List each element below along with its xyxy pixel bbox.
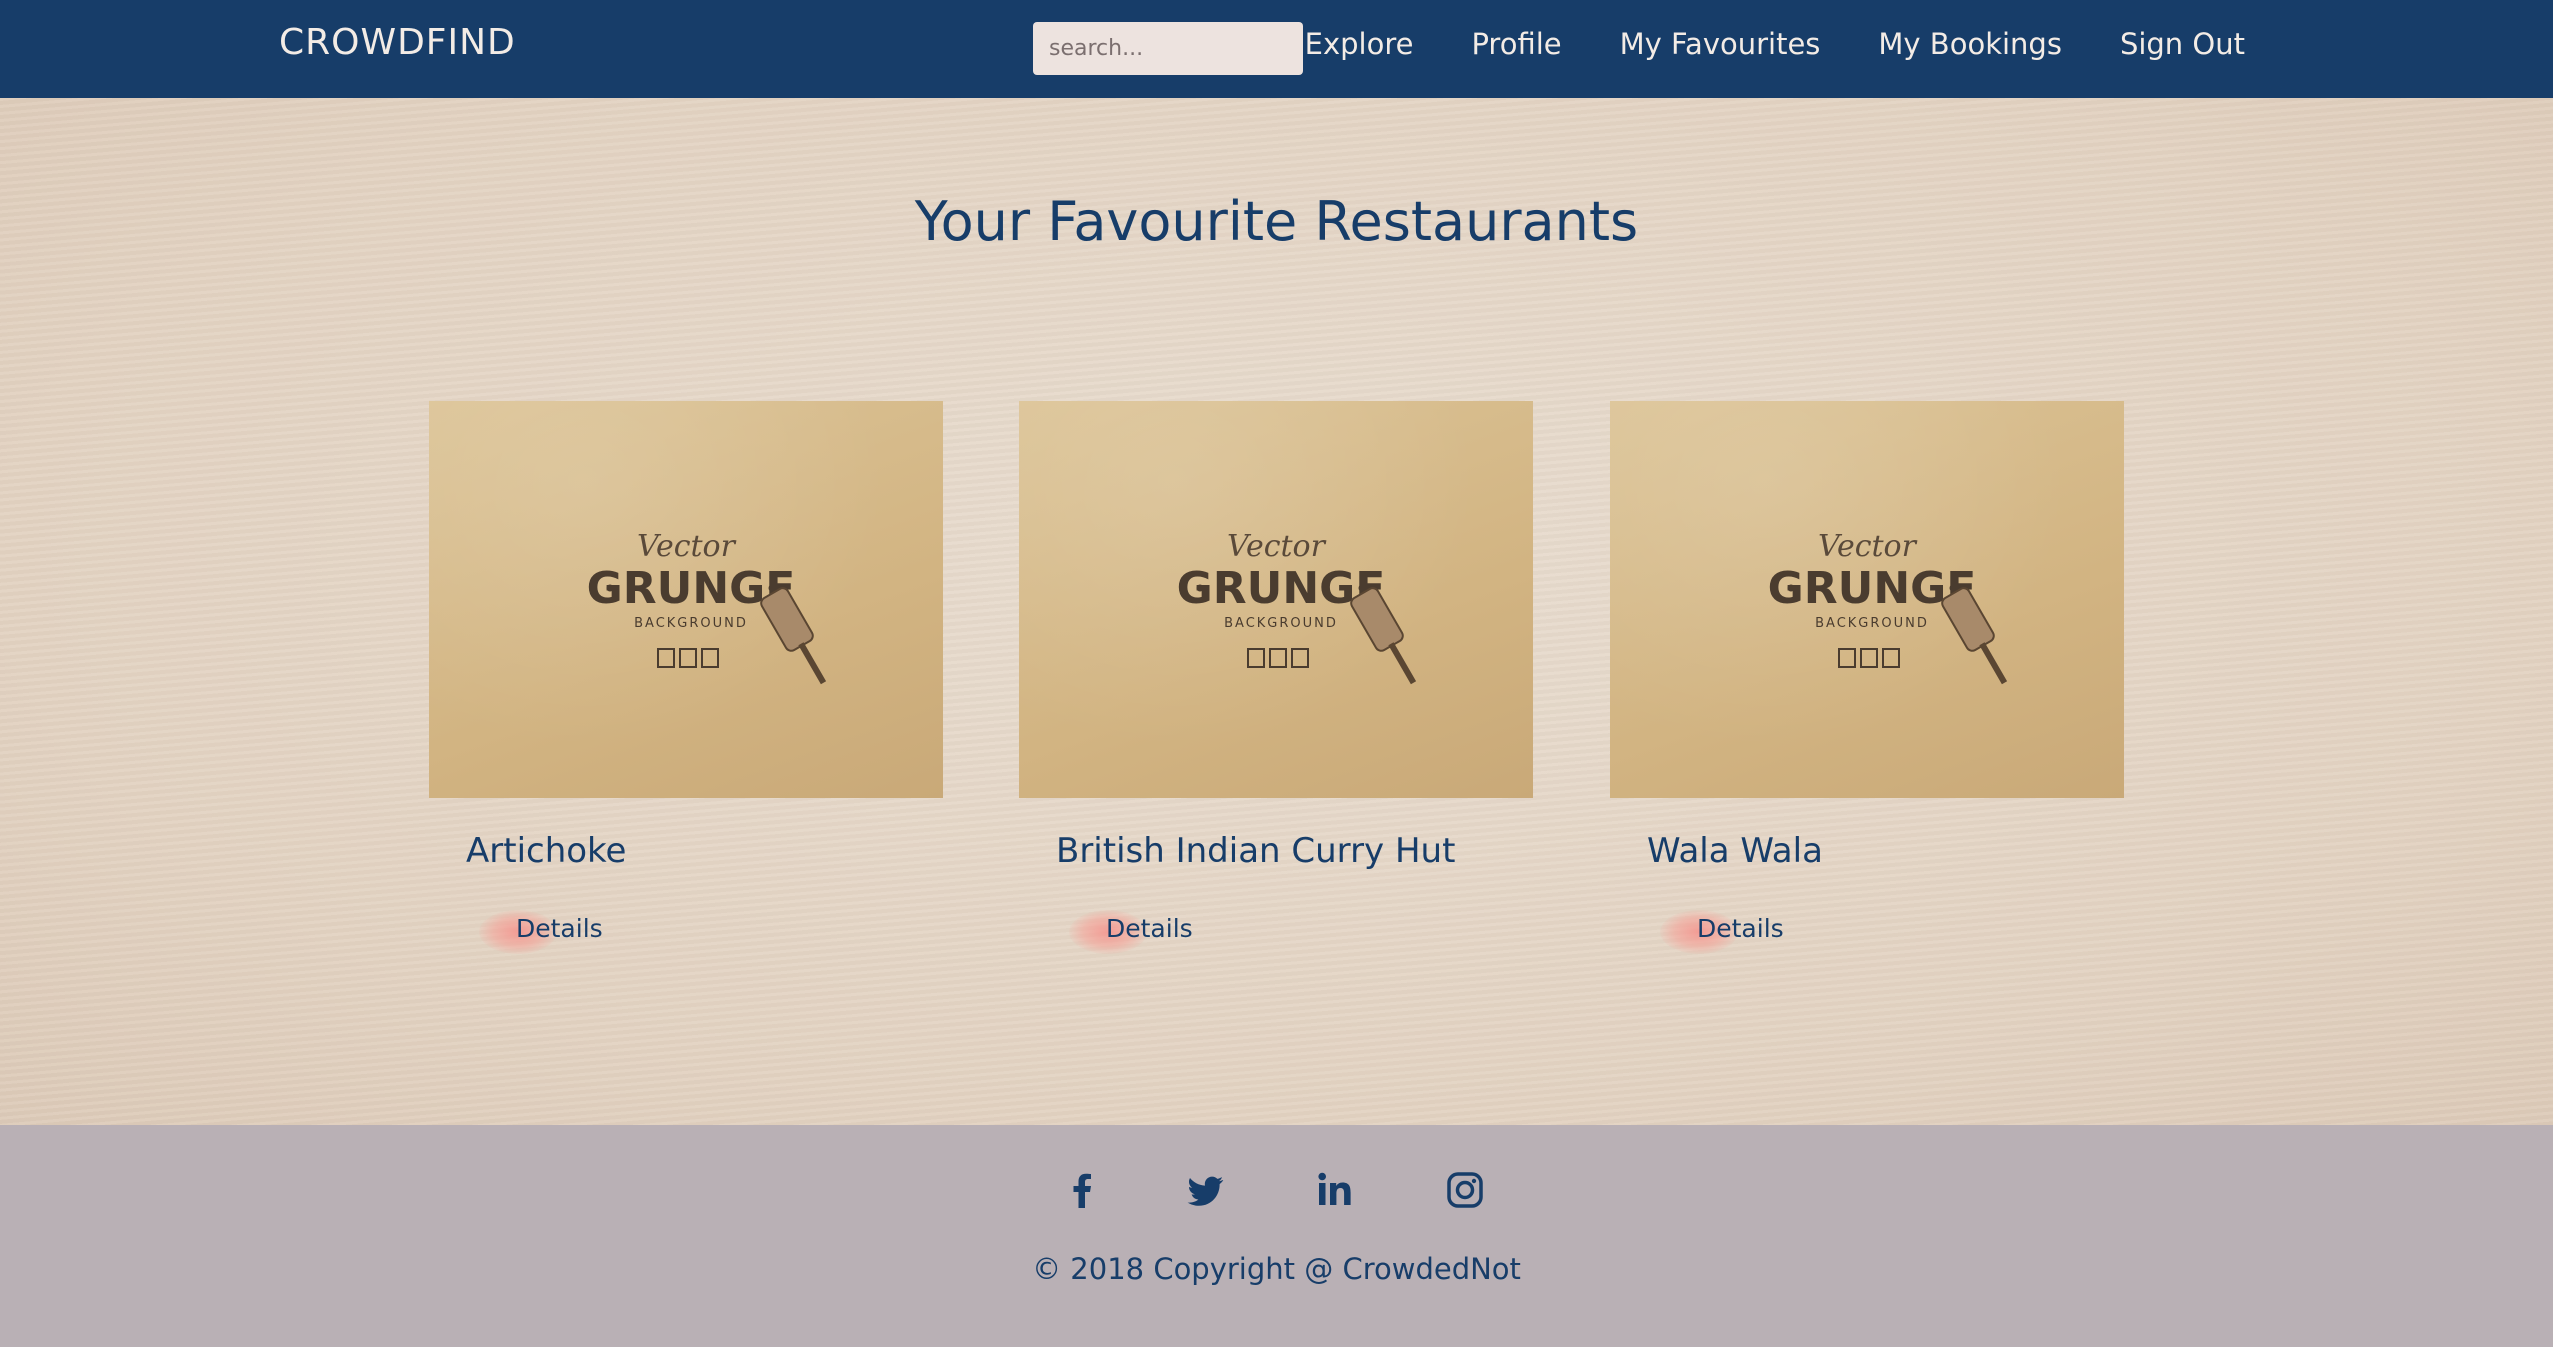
restaurant-cards: Vector GRUNGE BACKGROUND Artichoke Detai… — [429, 401, 2124, 961]
search-input[interactable] — [1033, 22, 1303, 75]
restaurant-image: Vector GRUNGE BACKGROUND — [1610, 401, 2124, 798]
details-button[interactable]: Details — [1069, 906, 1209, 954]
restaurant-card: Vector GRUNGE BACKGROUND Artichoke Detai… — [429, 401, 943, 961]
details-button[interactable]: Details — [479, 906, 619, 954]
nav-link-profile[interactable]: Profile — [1471, 27, 1561, 61]
restaurant-name[interactable]: Artichoke — [466, 831, 626, 871]
details-label: Details — [1697, 914, 1784, 943]
details-label: Details — [516, 914, 603, 943]
instagram-icon[interactable] — [1440, 1165, 1490, 1215]
nav-links: Explore Profile My Favourites My Booking… — [1305, 27, 2245, 61]
restaurant-image: Vector GRUNGE BACKGROUND — [1019, 401, 1533, 798]
page-title: Your Favourite Restaurants — [914, 190, 1639, 253]
nav-link-my-favourites[interactable]: My Favourites — [1620, 27, 1821, 61]
details-button[interactable]: Details — [1660, 906, 1800, 954]
top-navbar: CROWDFIND Explore Profile My Favourites … — [0, 0, 2553, 98]
copyright-text: © 2018 Copyright @ CrowdedNot — [1032, 1252, 1521, 1286]
nav-link-my-bookings[interactable]: My Bookings — [1878, 27, 2062, 61]
image-text-vector: Vector — [1818, 529, 1918, 564]
social-links — [0, 1165, 2553, 1215]
image-text-vector: Vector — [1227, 529, 1327, 564]
image-text-background: BACKGROUND — [1224, 616, 1338, 631]
brand-logo[interactable]: CROWDFIND — [279, 22, 516, 63]
nav-link-explore[interactable]: Explore — [1305, 27, 1414, 61]
restaurant-image: Vector GRUNGE BACKGROUND — [429, 401, 943, 798]
footer: © 2018 Copyright @ CrowdedNot — [0, 1125, 2553, 1347]
restaurant-name[interactable]: Wala Wala — [1647, 831, 1823, 871]
image-text-vector: Vector — [637, 529, 737, 564]
linkedin-icon[interactable] — [1310, 1165, 1360, 1215]
restaurant-card: Vector GRUNGE BACKGROUND British Indian … — [1019, 401, 1533, 961]
image-text-background: BACKGROUND — [1815, 616, 1929, 631]
details-label: Details — [1106, 914, 1193, 943]
facebook-icon[interactable] — [1057, 1165, 1107, 1215]
restaurant-card: Vector GRUNGE BACKGROUND Wala Wala Detai… — [1610, 401, 2124, 961]
restaurant-name[interactable]: British Indian Curry Hut — [1056, 831, 1455, 871]
image-text-background: BACKGROUND — [634, 616, 748, 631]
nav-link-sign-out[interactable]: Sign Out — [2120, 27, 2245, 61]
twitter-icon[interactable] — [1180, 1165, 1230, 1215]
